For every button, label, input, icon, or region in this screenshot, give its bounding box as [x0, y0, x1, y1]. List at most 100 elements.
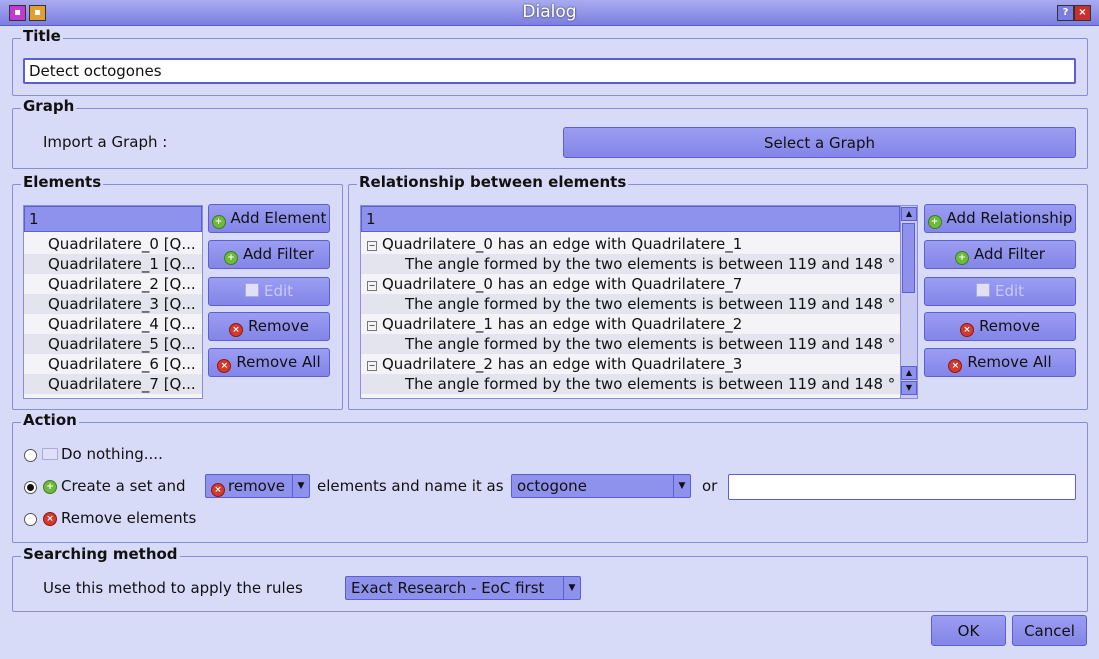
tree-node-label: Quadrilatere_1 has an edge with Quadrila…	[382, 315, 743, 333]
list-item[interactable]: Quadrilatere_7 [Q...	[24, 374, 202, 394]
scrollbar-thumb[interactable]	[902, 223, 915, 293]
remove-label: Remove	[248, 317, 309, 335]
create-set-label: Create a set and	[61, 477, 186, 495]
list-item[interactable]: Quadrilatere_6 [Q...	[24, 354, 202, 374]
remove-icon: ×	[43, 512, 57, 526]
tree-leaf[interactable]: The angle formed by the two elements is …	[361, 254, 900, 274]
blank-page-icon	[42, 448, 58, 460]
remove-elements-label: Remove elements	[61, 509, 197, 527]
remove-elements-radio[interactable]	[24, 513, 37, 526]
mode-select-value: remove	[228, 477, 285, 495]
do-nothing-radio[interactable]	[24, 449, 37, 462]
add-icon: +	[211, 215, 226, 229]
list-item[interactable]: Quadrilatere_4 [Q...	[24, 314, 202, 334]
add-filter-button[interactable]: + Add Filter	[208, 240, 330, 269]
tree-node[interactable]: − Quadrilatere_1 has an edge with Quadril…	[361, 314, 900, 334]
relationship-tree[interactable]: 1 − Quadrilatere_0 has an edge with Quadr…	[360, 205, 918, 399]
collapse-icon[interactable]: −	[367, 361, 377, 371]
add-icon: +	[43, 480, 57, 494]
tree-leaf[interactable]: The angle formed by the two elements is …	[361, 334, 900, 354]
list-item[interactable]: Quadrilatere_3 [Q...	[24, 294, 202, 314]
do-nothing-label: Do nothing....	[61, 445, 163, 463]
relationship-tree-header[interactable]: 1	[361, 206, 900, 232]
mode-select[interactable]: × remove ▼	[205, 474, 310, 498]
remove-all-relationships-button[interactable]: × Remove All	[924, 348, 1076, 377]
chevron-down-icon[interactable]: ▼	[563, 577, 580, 599]
relationship-scrollbar[interactable]: ▲ ▲ ▼	[900, 206, 917, 398]
elements-legend: Elements	[21, 173, 104, 191]
remove-icon: ×	[211, 483, 225, 497]
search-method-legend: Searching method	[21, 545, 180, 563]
add-icon: +	[927, 215, 942, 229]
window-title: Dialog	[522, 2, 577, 22]
tree-node-label: Quadrilatere_0 has an edge with Quadrila…	[382, 275, 743, 293]
tree-node[interactable]: − Quadrilatere_0 has an edge with Quadril…	[361, 234, 900, 254]
set-name-select[interactable]: octogone ▼	[511, 474, 691, 498]
remove-icon: ×	[948, 359, 963, 373]
list-item[interactable]: Quadrilatere_2 [Q...	[24, 274, 202, 294]
tree-leaf[interactable]: The angle formed by the two elements is …	[361, 294, 900, 314]
edit-icon	[975, 283, 990, 297]
ok-button[interactable]: OK	[931, 615, 1006, 646]
name-it-label: elements and name it as	[317, 477, 504, 495]
remove-all-label: Remove All	[236, 353, 321, 371]
add-icon: +	[224, 251, 239, 265]
search-method-label: Use this method to apply the rules	[43, 579, 303, 597]
remove-relationship-button[interactable]: × Remove	[924, 312, 1076, 341]
tree-node-label: Quadrilatere_2 has an edge with Quadrila…	[382, 355, 743, 373]
scroll-up-icon[interactable]: ▲	[901, 207, 917, 221]
collapse-icon[interactable]: −	[367, 241, 377, 251]
cancel-button[interactable]: Cancel	[1012, 615, 1087, 646]
add-relationship-label: Add Relationship	[946, 209, 1073, 227]
window-titlebar: ▪ ▪ Dialog ? ×	[0, 0, 1099, 26]
graph-legend: Graph	[21, 97, 77, 115]
list-item[interactable]: Quadrilatere_1 [Q...	[24, 254, 202, 274]
edit-relationship-button[interactable]: Edit	[924, 277, 1076, 306]
remove-element-button[interactable]: × Remove	[208, 312, 330, 341]
remove-label: Remove	[979, 317, 1040, 335]
tree-node[interactable]: − Quadrilatere_2 has an edge with Quadril…	[361, 354, 900, 374]
remove-all-label: Remove All	[967, 353, 1052, 371]
import-graph-label: Import a Graph :	[43, 133, 168, 151]
add-element-button[interactable]: + Add Element	[208, 204, 330, 233]
edit-icon	[244, 283, 259, 297]
set-name-value: octogone	[517, 477, 587, 495]
create-set-radio[interactable]	[24, 481, 37, 494]
list-item[interactable]: Quadrilatere_0 [Q...	[24, 234, 202, 254]
chevron-down-icon[interactable]: ▼	[673, 475, 690, 497]
select-graph-button[interactable]: Select a Graph	[563, 127, 1076, 158]
add-filter-label: Add Filter	[243, 245, 314, 263]
search-method-select[interactable]: Exact Research - EoC first ▼	[345, 576, 581, 600]
edit-label: Edit	[994, 282, 1025, 300]
add-relationship-button[interactable]: + Add Relationship	[924, 204, 1076, 233]
collapse-icon[interactable]: −	[367, 321, 377, 331]
edit-element-button[interactable]: Edit	[208, 277, 330, 306]
help-icon[interactable]: ?	[1057, 5, 1074, 21]
search-method-value: Exact Research - EoC first	[351, 579, 545, 597]
add-icon: +	[955, 251, 970, 265]
action-legend: Action	[21, 411, 79, 429]
scroll-down-icon[interactable]: ▼	[901, 381, 917, 395]
elements-list[interactable]: 1 Quadrilatere_0 [Q... Quadrilatere_1 [Q…	[23, 205, 203, 399]
tree-leaf[interactable]: The angle formed by the two elements is …	[361, 374, 900, 394]
custom-name-input[interactable]	[728, 474, 1076, 500]
remove-icon: ×	[229, 323, 244, 337]
chevron-down-icon[interactable]: ▼	[292, 475, 309, 497]
add-filter-label: Add Filter	[974, 245, 1045, 263]
edit-label: Edit	[263, 282, 294, 300]
add-relationship-filter-button[interactable]: + Add Filter	[924, 240, 1076, 269]
title-input[interactable]: Detect octogones	[23, 58, 1076, 84]
close-icon[interactable]: ×	[1074, 5, 1091, 21]
collapse-icon[interactable]: −	[367, 281, 377, 291]
title-legend: Title	[21, 27, 63, 45]
add-element-label: Add Element	[230, 209, 327, 227]
list-item[interactable]: Quadrilatere_5 [Q...	[24, 334, 202, 354]
remove-icon: ×	[217, 359, 232, 373]
remove-all-elements-button[interactable]: × Remove All	[208, 348, 330, 377]
or-label: or	[702, 477, 718, 495]
tree-node[interactable]: − Quadrilatere_0 has an edge with Quadril…	[361, 274, 900, 294]
tree-node-label: Quadrilatere_0 has an edge with Quadrila…	[382, 235, 743, 253]
scroll-up-icon[interactable]: ▲	[901, 366, 917, 380]
relationship-legend: Relationship between elements	[357, 173, 629, 191]
elements-list-header[interactable]: 1	[24, 206, 202, 232]
